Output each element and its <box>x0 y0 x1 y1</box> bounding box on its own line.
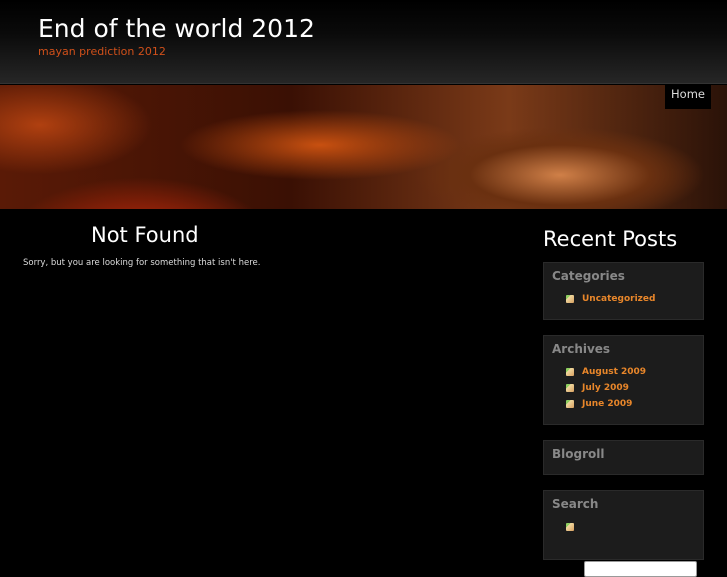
widget-title: Blogroll <box>552 447 605 461</box>
archives-widget: Archives August 2009 July 2009 June 2009 <box>543 335 704 425</box>
bullet-icon <box>566 368 574 376</box>
search-item <box>566 519 703 535</box>
archive-label[interactable]: August 2009 <box>582 367 646 377</box>
archive-link[interactable]: June 2009 <box>566 396 703 412</box>
archive-link[interactable]: July 2009 <box>566 380 703 396</box>
blogroll-widget: Blogroll <box>543 440 704 475</box>
widget-title: Archives <box>552 342 611 356</box>
search-widget: Search <box>543 490 704 577</box>
category-label[interactable]: Uncategorized <box>582 294 655 304</box>
categories-widget: Categories Uncategorized <box>543 262 704 320</box>
search-input[interactable] <box>584 561 697 577</box>
archive-label[interactable]: June 2009 <box>582 399 632 409</box>
bullet-icon <box>566 384 574 392</box>
site-title[interactable]: End of the world 2012 <box>38 14 315 43</box>
widget-title: Categories <box>552 269 625 283</box>
archive-link[interactable]: August 2009 <box>566 364 703 380</box>
not-found-message: Sorry, but you are looking for something… <box>23 258 261 268</box>
site-tagline: mayan prediction 2012 <box>38 45 166 58</box>
page-title: Not Found <box>91 223 199 247</box>
bullet-icon <box>566 295 574 303</box>
nav-home-link[interactable]: Home <box>665 85 711 109</box>
bullet-icon <box>566 400 574 408</box>
category-link[interactable]: Uncategorized <box>566 291 703 307</box>
widget-title: Search <box>552 497 599 511</box>
archive-label[interactable]: July 2009 <box>582 383 629 393</box>
header-banner-image <box>0 85 727 209</box>
site-header: End of the world 2012 mayan prediction 2… <box>0 0 727 84</box>
recent-posts-heading: Recent Posts <box>543 227 678 251</box>
bullet-icon <box>566 523 574 531</box>
